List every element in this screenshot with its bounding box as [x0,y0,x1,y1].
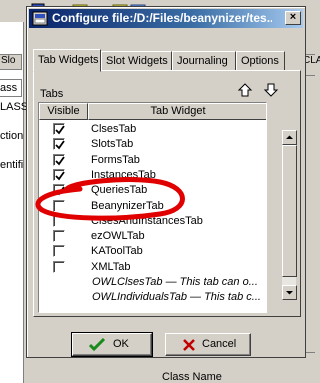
visible-checkbox[interactable] [53,214,65,227]
check-mark-icon [55,186,65,196]
visible-checkbox[interactable] [53,245,65,258]
visible-checkbox[interactable] [53,123,65,135]
ok-button[interactable]: OK [71,332,153,357]
tab-tab-widgets[interactable]: Tab Widgets [33,49,101,72]
move-up-icon[interactable] [237,82,253,98]
background-left-panel: Slo ass LASS ction entifi [0,22,28,383]
tab-label: Journaling [177,55,228,67]
tab-widget-name: ezOWLTab [91,230,145,243]
scroll-down-arrow-icon [286,291,293,295]
visible-checkbox[interactable] [53,138,65,151]
table-row[interactable]: FormsTab [39,153,266,168]
visible-checkbox[interactable] [53,199,65,212]
table-row[interactable]: QueriesTab [39,183,266,198]
tab-label: Slot Widgets [106,55,168,67]
tab-widget-name: XMLTab [91,260,131,273]
tab-widget-name: KAToolTab [91,245,143,258]
visible-checkbox[interactable] [53,260,65,273]
close-icon: × [289,11,297,23]
column-header-tab-widget[interactable]: Tab Widget [88,103,266,120]
scroll-up-arrow-icon [286,135,293,139]
cancel-x-icon [183,339,195,351]
table-row[interactable]: InstancesTab [39,168,266,183]
background-class-name-label: Class Name [162,371,222,383]
tab-widget-name: OWLIndividualsTab — This tab c... [92,291,261,304]
background-field-text: ass [0,82,18,94]
visible-checkbox[interactable] [53,184,65,197]
check-mark-icon [55,171,65,181]
tab-journaling[interactable]: Journaling [172,51,236,71]
tab-widget-name: SlotsTab [91,138,134,151]
tab-widget-name: InstancesTab [91,168,156,181]
table-row[interactable]: ClsesTab [39,122,266,137]
tab-strip: Tab Widgets Slot Widgets Journaling Opti… [33,49,303,72]
table-row[interactable]: OWLIndividualsTab — This tab c... [39,290,266,305]
background-field-fragment[interactable]: ass [0,79,22,97]
scroll-down-button[interactable] [282,285,297,300]
table-row[interactable]: XMLTab [39,260,266,275]
dialog-title: Configure file:/D:/Files/beanynizer/tes.… [52,11,272,25]
scroll-thumb[interactable] [282,145,297,277]
check-mark-icon [55,125,65,135]
protege-app-icon [32,11,48,26]
visible-checkbox[interactable] [53,153,65,166]
tab-label: Options [241,55,279,67]
column-header-visible[interactable]: Visible [39,103,88,120]
tab-widgets-panel: Tabs Visible Tab Widget ClsesTab SlotsTab… [33,70,301,317]
background-text-fragment-1: LASS [0,101,29,113]
dialog-titlebar[interactable]: Configure file:/D:/Files/beanynizer/tes.… [29,9,303,28]
checkmark-icon [89,338,105,352]
table-vertical-scrollbar[interactable] [281,130,297,300]
background-tab-fragment[interactable]: Slo [0,54,22,70]
tab-widgets-table: Visible Tab Widget ClsesTab SlotsTab Forms… [38,102,267,313]
tab-widget-name: BeanynizerTab [91,199,164,212]
table-row[interactable]: ezOWLTab [39,229,266,244]
cancel-button-label: Cancel [202,338,237,350]
tab-widget-name: FormsTab [91,153,140,166]
table-row[interactable]: KAToolTab [39,244,266,259]
move-down-icon[interactable] [263,82,279,98]
check-mark-icon [55,156,65,165]
background-text-fragment-3: entifi [0,159,24,171]
tab-options[interactable]: Options [236,51,285,71]
configure-dialog: Configure file:/D:/Files/beanynizer/tes.… [26,6,306,358]
table-row[interactable]: SlotsTab [39,137,266,152]
tabs-section-label: Tabs [40,88,64,100]
table-row[interactable]: OWLClsesTab — This tab can o... [39,275,266,290]
tab-widget-name: ClsesAndInstancesTab [91,214,203,227]
tab-slot-widgets[interactable]: Slot Widgets [101,51,172,71]
table-row[interactable]: ClsesAndInstancesTab [39,214,266,229]
ok-button-label: OK [113,338,129,350]
check-mark-icon [55,140,65,150]
tab-widget-name: OWLClsesTab — This tab can o... [92,276,258,288]
table-row[interactable]: BeanynizerTab [39,199,266,214]
scroll-up-button[interactable] [282,130,297,145]
visible-checkbox[interactable] [53,168,65,181]
tab-label: Tab Widgets [38,54,99,66]
close-button[interactable]: × [285,11,301,25]
cancel-button[interactable]: Cancel [165,333,251,356]
background-text-fragment-2: ction [0,130,24,142]
visible-checkbox[interactable] [53,230,65,243]
tab-widget-name: QueriesTab [91,184,148,197]
tab-widget-name: ClsesTab [91,123,137,135]
